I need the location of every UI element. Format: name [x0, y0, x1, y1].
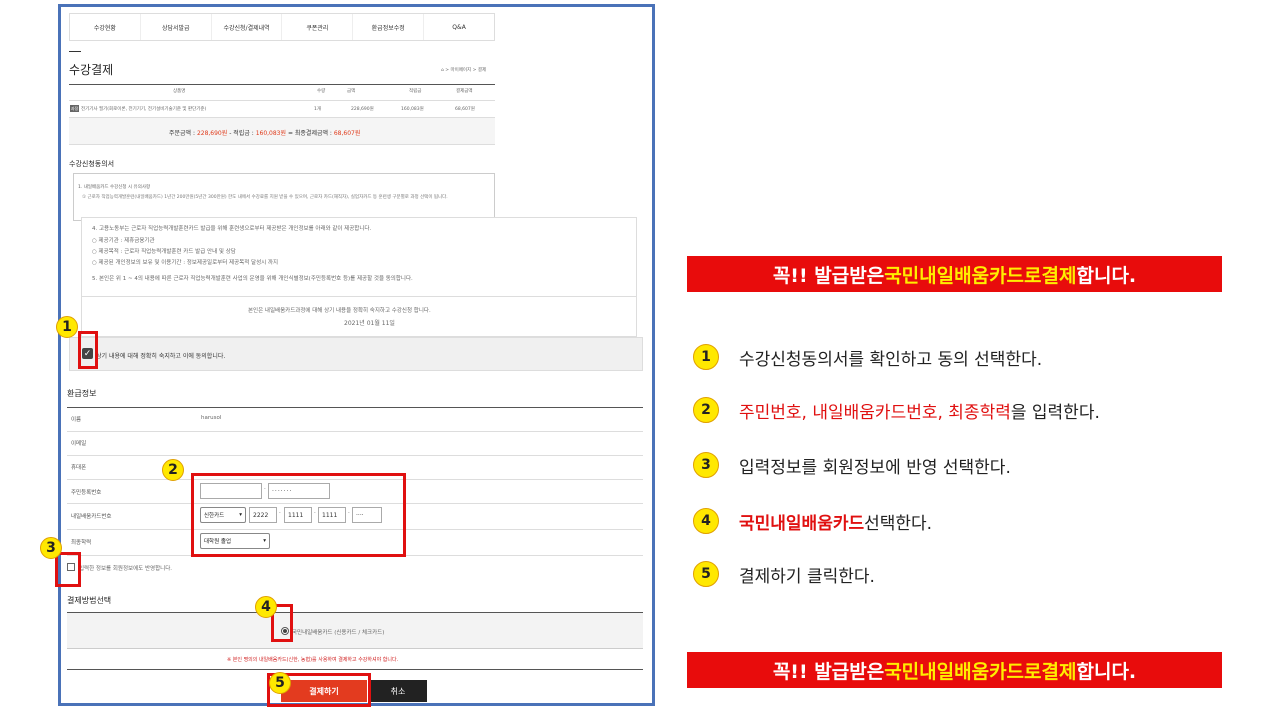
table-top-line	[69, 84, 495, 85]
points-amount: 160,083원	[255, 130, 287, 137]
banner-text-2: 합니다.	[1076, 660, 1137, 683]
top-banner: 꼭!! 발급받은 국민내일배움카드로 결제 합니다.	[687, 256, 1222, 292]
consent-line-period: ○ 제공된 개인정보의 보유 및 이용기간 : 정보제공일로부터 제공목적 달성…	[92, 260, 279, 266]
col-header-pay: 결제금액	[456, 89, 473, 94]
badge-2: 2	[162, 459, 184, 481]
badge-5: 5	[269, 672, 291, 694]
agree-row: ✓ 상기 내용에 대해 정확히 숙지하고 이에 동의합니다.	[69, 337, 643, 371]
header-divider	[69, 100, 495, 101]
col-header-name: 상품명	[173, 89, 186, 94]
reflect-label: 입력한 정보를 회원정보에도 반영합니다.	[79, 566, 173, 572]
phone-label: 휴대폰	[71, 465, 87, 471]
consent-title: 수강신청동의서	[69, 160, 115, 168]
course-qty: 1개	[314, 107, 322, 112]
edu-label: 최종학력	[71, 540, 92, 546]
highlight-agree	[78, 331, 98, 369]
course-tag: 과정	[70, 105, 79, 112]
consent-heading: 1. 내일배움카드 수강신청 시 유의사항	[78, 185, 151, 190]
tab-refund-info[interactable]: 환급정보수정	[353, 14, 425, 40]
consent-confirm: 본인은 내일배움카드과정에 대해 상기 내용을 정확히 숙지하고 수강신청 합니…	[248, 308, 431, 314]
course-pay: 68,607원	[455, 107, 475, 112]
bottom-banner: 꼭!! 발급받은 국민내일배움카드로 결제 합니다.	[687, 652, 1222, 688]
page-title: 수강결제	[69, 63, 114, 77]
course-price: 228,690원	[351, 107, 374, 112]
name-value: harusol	[201, 415, 222, 421]
col-header-points: 적립금	[409, 89, 422, 94]
final-label: = 최종결제금액 :	[287, 130, 332, 137]
tab-course-status[interactable]: 수강현황	[70, 14, 141, 40]
breadcrumb: ⌂ > 마이페이지 > 결제	[441, 68, 487, 73]
refund-title: 환급정보	[67, 389, 97, 398]
banner-pay: 결제	[1041, 264, 1077, 287]
step-2-text: 을 입력한다.	[1010, 402, 1100, 423]
order-amount-label: 주문금액 :	[169, 130, 196, 137]
consent-line-provider: ○ 제공기관 : 제휴금융기관	[92, 238, 155, 244]
mypage-tabs: 수강현황 상담서발급 수강신청/결제내역 쿠폰관리 환급정보수정 Q&A	[69, 13, 495, 41]
final-amount: 68,607원	[333, 130, 361, 137]
col-header-qty: 수량	[317, 89, 326, 94]
badge-3: 3	[40, 537, 62, 559]
payment-option-label: 국민내일배움카드 (신용카드 / 체크카드)	[292, 630, 385, 636]
order-amount: 228,690원	[196, 130, 228, 137]
cancel-button[interactable]: 취소	[369, 680, 427, 702]
step-4-red-text: 국민내일배움카드	[739, 513, 865, 534]
tab-consult[interactable]: 상담서발급	[141, 14, 212, 40]
points-label: - 적립금 :	[229, 130, 254, 137]
step-3: 3 입력정보를 회원정보에 반영 선택한다.	[693, 452, 1011, 478]
step-1-number: 1	[693, 344, 719, 370]
consent-text: ① 근로자 직업능력개발훈련(내일배움카드) 1년간 200만원(5년간 300…	[82, 195, 448, 200]
step-5-text: 결제하기 클릭한다.	[739, 566, 875, 587]
step-1-text: 수강신청동의서를 확인하고 동의 선택한다.	[739, 349, 1043, 370]
step-1: 1 수강신청동의서를 확인하고 동의 선택한다.	[693, 344, 1042, 370]
step-3-number: 3	[693, 452, 719, 478]
consent-line-purpose: ○ 제공목적 : 근로자 직업능력개발훈련 카드 발급 안내 및 상담	[92, 249, 236, 255]
rrn-label: 주민등록번호	[71, 490, 102, 496]
badge-4: 4	[255, 596, 277, 618]
step-3-text: 입력정보를 회원정보에 반영 선택한다.	[739, 457, 1011, 478]
step-4: 4 국민내일배움카드 선택한다.	[693, 508, 932, 534]
col-header-price: 금액	[347, 89, 356, 94]
step-5: 5 결제하기 클릭한다.	[693, 561, 875, 587]
highlight-inputs	[191, 473, 406, 557]
banner-card-name: 국민내일배움카드로	[884, 660, 1042, 683]
payment-warning: ※ 본인 명의의 내일배움카드(신한, 농협)를 사용하여 결제하고 수강하셔야…	[227, 657, 399, 663]
agree-label: 상기 내용에 대해 정확히 숙지하고 이에 동의합니다.	[96, 353, 226, 360]
payment-option-row: 국민내일배움카드 (신용카드 / 체크카드)	[67, 613, 643, 649]
course-name: 전기기사 필기(회로이론, 전기기기, 전기설비기술기준 및 판단기준)	[81, 107, 207, 112]
step-2-number: 2	[693, 397, 719, 423]
consent-detail-box: 4. 고용노동부는 근로자 직업능력개발훈련카드 발급을 위해 훈련생으로부터 …	[81, 217, 637, 337]
card-label: 내일배움카드번호	[71, 514, 112, 520]
step-2-red-text: 주민번호, 내일배움카드번호, 최종학력	[739, 402, 1011, 423]
name-label: 이름	[71, 417, 82, 423]
banner-card-name: 국민내일배움카드로	[884, 264, 1042, 287]
step-5-number: 5	[693, 561, 719, 587]
consent-line-4: 4. 고용노동부는 근로자 직업능력개발훈련카드 발급을 위해 훈련생으로부터 …	[92, 226, 372, 232]
screenshot-frame: 수강현황 상담서발급 수강신청/결제내역 쿠폰관리 환급정보수정 Q&A 수강결…	[58, 4, 655, 706]
email-label: 이메일	[71, 441, 87, 447]
payment-title: 결제방법선택	[67, 596, 112, 605]
banner-pay: 결제	[1041, 660, 1077, 683]
order-summary: 주문금액 : 228,690원 - 적립금 : 160,083원 = 최종결제금…	[69, 117, 495, 145]
badge-1: 1	[56, 316, 78, 338]
consent-date: 2021년 01월 11일	[344, 320, 395, 327]
title-accent	[69, 51, 81, 52]
banner-text-1: 꼭!! 발급받은	[772, 660, 885, 683]
tab-payment-history[interactable]: 수강신청/결제내역	[212, 14, 283, 40]
step-2: 2 주민번호, 내일배움카드번호, 최종학력 을 입력한다.	[693, 397, 1100, 423]
step-4-number: 4	[693, 508, 719, 534]
consent-scroll-box[interactable]: 1. 내일배움카드 수강신청 시 유의사항 ① 근로자 직업능력개발훈련(내일배…	[73, 173, 495, 221]
banner-text-1: 꼭!! 발급받은	[772, 264, 885, 287]
banner-text-2: 합니다.	[1076, 264, 1137, 287]
consent-line-5: 5. 본인은 위 1 ~ 4의 내용에 따른 근로자 직업능력개발훈련 사업의 …	[92, 276, 413, 282]
tab-coupons[interactable]: 쿠폰관리	[282, 14, 354, 40]
tab-qna[interactable]: Q&A	[424, 14, 494, 40]
step-4-text: 선택한다.	[864, 513, 933, 534]
highlight-reflect	[55, 552, 81, 587]
course-points: 160,083원	[401, 107, 424, 112]
